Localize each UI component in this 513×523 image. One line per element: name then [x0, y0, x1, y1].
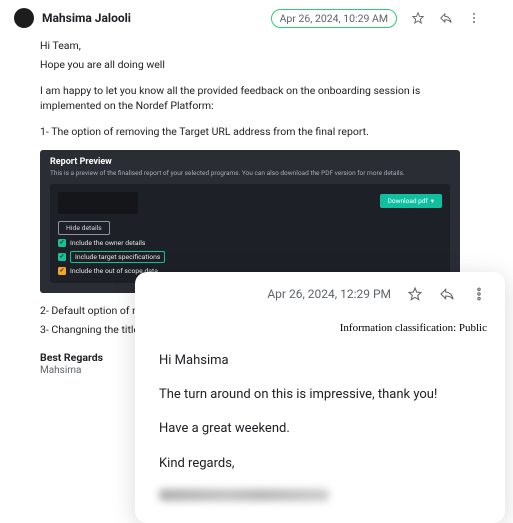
greeting-line2: Hope you are all doing well [40, 57, 475, 73]
reply-timestamp: Apr 26, 2024, 12:29 PM [267, 287, 391, 301]
download-icon: ▾ [431, 197, 434, 205]
header-actions [411, 11, 481, 25]
check-label-2: Include target specifications [70, 251, 165, 263]
check-row-1[interactable]: ✓ Include the owner details [58, 239, 442, 247]
reply-icon[interactable] [439, 11, 453, 25]
star-icon[interactable] [407, 286, 423, 302]
reply-icon[interactable] [439, 286, 455, 302]
email-header: Mahsima Jalooli Apr 26, 2024, 10:29 AM [10, 2, 485, 38]
report-body: Download pdf ▾ Hide details ✓ Include th… [50, 184, 450, 283]
redacted-signature [159, 489, 329, 501]
reply-line-3: Have a great weekend. [159, 420, 487, 438]
download-pdf-button[interactable]: Download pdf ▾ [380, 194, 442, 208]
email-card-reply: Apr 26, 2024, 12:29 PM Information class… [135, 272, 505, 523]
hide-details-button[interactable]: Hide details [58, 221, 110, 235]
reply-signoff: Kind regards, [159, 455, 487, 473]
download-label: Download pdf [388, 197, 428, 205]
email-body: Hi Team, Hope you are all doing well I a… [10, 38, 485, 140]
avatar [14, 8, 34, 28]
checkbox-icon[interactable]: ✓ [58, 267, 66, 275]
reply-greeting: Hi Mahsima [159, 352, 487, 370]
reply-body: Hi Mahsima The turn around on this is im… [153, 352, 487, 501]
checkbox-icon[interactable]: ✓ [58, 253, 66, 261]
timestamp-highlighted: Apr 26, 2024, 10:29 AM [271, 9, 397, 28]
classification-label: Information classification: Public [153, 322, 487, 334]
sender-name: Mahsima Jalooli [42, 11, 263, 25]
more-icon[interactable] [471, 286, 487, 302]
reply-header: Apr 26, 2024, 12:29 PM [153, 286, 487, 312]
greeting-line: Hi Team, [40, 38, 475, 54]
star-icon[interactable] [411, 11, 425, 25]
checkbox-icon[interactable]: ✓ [58, 239, 66, 247]
more-icon[interactable] [467, 11, 481, 25]
report-title: Report Preview [50, 157, 450, 167]
report-subtitle: This is a preview of the finalised repor… [50, 169, 450, 177]
reply-line-2: The turn around on this is impressive, t… [159, 386, 487, 404]
intro-line: I am happy to let you know all the provi… [40, 83, 475, 115]
check-label-1: Include the owner details [70, 239, 145, 247]
item-1: 1- The option of removing the Target URL… [40, 124, 475, 140]
report-thumbnail [58, 192, 138, 214]
check-row-2[interactable]: ✓ Include target specifications [58, 251, 442, 263]
